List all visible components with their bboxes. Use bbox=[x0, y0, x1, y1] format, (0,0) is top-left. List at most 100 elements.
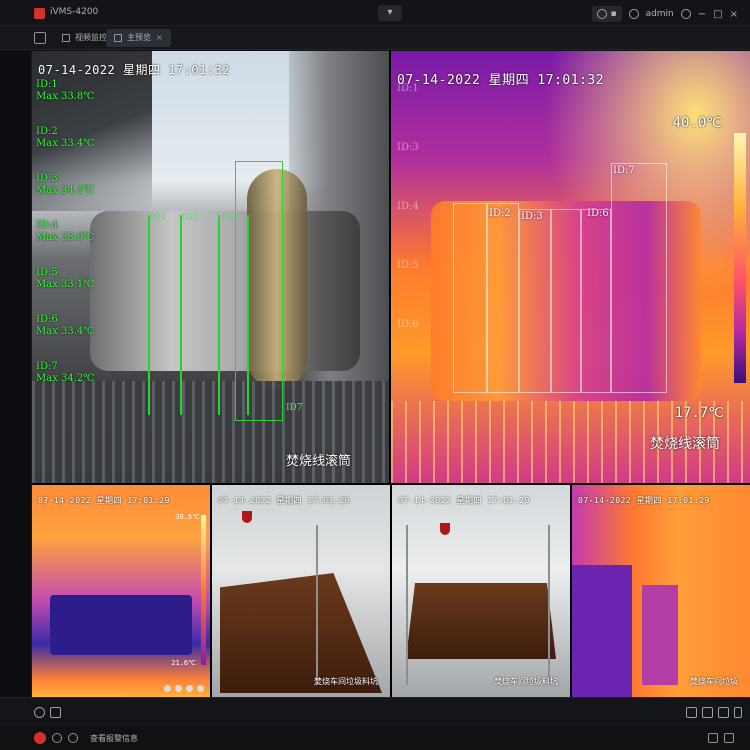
fullscreen-icon[interactable] bbox=[718, 707, 729, 718]
video-pane-pit-2[interactable]: 07-14-2022 星期四 17:01:29 焚烧车间垃圾料坑 bbox=[392, 485, 570, 697]
region-box bbox=[551, 209, 581, 393]
region-box bbox=[453, 203, 487, 393]
playback-toolbar bbox=[0, 697, 750, 727]
tab-close-icon[interactable]: × bbox=[156, 29, 163, 47]
layout-icon[interactable] bbox=[50, 707, 61, 718]
temp-max: Max 34.1℃ bbox=[36, 185, 95, 196]
temp-item: ID:6 Max 33.4℃ bbox=[36, 314, 94, 338]
collapse-button[interactable]: ▾ bbox=[378, 5, 402, 21]
region-line bbox=[218, 215, 220, 415]
temp-item: ID:7 Max 34.2℃ bbox=[36, 361, 94, 385]
title-bar: iVMS-4200 ▾ ▪ admin − □ × bbox=[0, 0, 750, 26]
temp-scale-max: 30.5℃ bbox=[175, 513, 200, 521]
alarm-indicator-icon[interactable] bbox=[34, 732, 46, 744]
thermal-id: ID:4 bbox=[397, 201, 419, 212]
alarm-button[interactable]: ▪ bbox=[592, 6, 622, 22]
event-icon[interactable] bbox=[68, 733, 78, 743]
region-line bbox=[148, 215, 150, 415]
expand-icon[interactable] bbox=[724, 733, 734, 743]
temp-max: Max 33.4℃ bbox=[36, 138, 95, 149]
osd-timestamp: 07-14-2022 星期四 17:01:29 bbox=[38, 496, 170, 505]
osd-timestamp: 07-14-2022 星期四 17:01:32 bbox=[38, 63, 230, 77]
video-pane-visible[interactable]: ID1 ID2 ID3 ID7 07-14-2022 星期四 17:01:32 … bbox=[32, 51, 389, 483]
region-box bbox=[519, 209, 551, 393]
user-icon[interactable] bbox=[628, 9, 639, 19]
temp-item: ID:4 Max 33.0℃ bbox=[36, 220, 94, 244]
left-sidebar bbox=[0, 51, 32, 697]
capture-icon[interactable] bbox=[686, 707, 697, 718]
cold-region bbox=[572, 565, 632, 697]
titlebar-controls: ▪ admin − □ × bbox=[592, 5, 738, 23]
osd-timestamp: 07-14-2022 星期四 17:01:29 bbox=[398, 496, 530, 505]
tab-label: 主预览 bbox=[127, 33, 151, 42]
close-button[interactable]: × bbox=[730, 9, 738, 20]
rotary-drum bbox=[90, 211, 360, 371]
temp-id: ID:6 bbox=[36, 314, 58, 325]
settings-icon[interactable] bbox=[680, 9, 691, 19]
region-box bbox=[487, 203, 519, 393]
video-pane-thermal-pit-2[interactable]: 07-14-2022 星期四 17:01:29 焚烧车间垃圾 bbox=[572, 485, 750, 697]
snapshot-icon[interactable] bbox=[164, 685, 171, 692]
monitor-icon bbox=[62, 34, 70, 42]
temp-id: ID:5 bbox=[36, 267, 58, 278]
status-text[interactable]: 查看报警信息 bbox=[90, 733, 138, 744]
wall-pillar bbox=[406, 525, 408, 685]
volume-icon[interactable] bbox=[34, 707, 45, 718]
more-icon[interactable] bbox=[734, 707, 742, 718]
temp-item: ID:2 Max 33.4℃ bbox=[36, 126, 94, 150]
region-box bbox=[581, 209, 611, 393]
region-label: ID:6 bbox=[587, 208, 609, 219]
thermal-id: ID:5 bbox=[397, 260, 419, 271]
app-logo-icon bbox=[34, 8, 45, 19]
home-icon[interactable] bbox=[34, 32, 46, 44]
temp-scale-min: 21.6℃ bbox=[171, 659, 196, 667]
record-all-icon[interactable] bbox=[702, 707, 713, 718]
crane-hook bbox=[242, 511, 252, 523]
bell-icon bbox=[597, 9, 608, 19]
app-title: iVMS-4200 bbox=[50, 7, 99, 17]
region-label: ID:7 bbox=[613, 165, 635, 176]
region-box bbox=[611, 163, 667, 393]
tab-main-preview[interactable]: 主预览 × bbox=[106, 29, 171, 47]
temp-id: ID:3 bbox=[36, 173, 58, 184]
tab-bar: 视频监控 主预览 × bbox=[0, 26, 750, 50]
temp-item: ID:3 Max 34.1℃ bbox=[36, 173, 94, 197]
audio-icon[interactable] bbox=[186, 685, 193, 692]
tab-label: 视频监控 bbox=[75, 33, 107, 42]
temperature-scale bbox=[734, 133, 746, 383]
video-pane-thermal[interactable]: ID:2 ID:3 ID:6 ID:7 ID:1 ID:3 ID:4 ID:5 … bbox=[391, 51, 750, 483]
temperature-scale bbox=[201, 515, 206, 665]
video-wall: ID1 ID2 ID3 ID7 07-14-2022 星期四 17:01:32 … bbox=[32, 51, 750, 697]
temp-id: ID:2 bbox=[36, 126, 58, 137]
region-label: ID:2 bbox=[489, 208, 511, 219]
maximize-button[interactable]: □ bbox=[713, 9, 722, 20]
app-window: iVMS-4200 ▾ ▪ admin − □ × 视频监控 主预览 × ID1… bbox=[0, 0, 750, 750]
temp-id: ID:1 bbox=[36, 79, 58, 90]
region-label: ID7 bbox=[286, 403, 303, 413]
temp-scale-min: 17.7℃ bbox=[674, 405, 724, 421]
video-pane-thermal-pit[interactable]: 07-14-2022 星期四 17:01:29 30.5℃ 21.6℃ bbox=[32, 485, 210, 697]
minimize-button[interactable]: − bbox=[698, 9, 706, 20]
camera-name: 焚烧车间垃圾料坑 bbox=[314, 677, 378, 686]
camera-name: 焚烧线滚筒 bbox=[650, 436, 720, 452]
pin-icon[interactable] bbox=[708, 733, 718, 743]
thermal-id: ID:6 bbox=[397, 319, 419, 330]
video-pane-pit-1[interactable]: 07-14-2022 星期四 17:01:29 焚烧车间垃圾料坑 bbox=[212, 485, 390, 697]
crane-hook bbox=[440, 523, 450, 535]
camera-name: 焚烧线滚筒 bbox=[285, 454, 351, 469]
pane-controls bbox=[164, 685, 204, 692]
status-bar: 查看报警信息 bbox=[0, 727, 750, 750]
record-icon[interactable] bbox=[175, 685, 182, 692]
region-label: ID:3 bbox=[521, 211, 543, 222]
pit-floor bbox=[50, 595, 192, 655]
sound-icon[interactable] bbox=[52, 733, 62, 743]
waste-pit bbox=[220, 573, 382, 693]
temp-max: Max 33.0℃ bbox=[36, 232, 95, 243]
osd-timestamp: 07-14-2022 星期四 17:01:29 bbox=[578, 496, 710, 505]
thermal-id: ID:3 bbox=[397, 142, 419, 153]
region-label: ID1 bbox=[150, 213, 167, 223]
osd-timestamp: 07-14-2022 星期四 17:01:32 bbox=[397, 73, 605, 88]
user-name[interactable]: admin bbox=[646, 9, 674, 19]
close-pane-icon[interactable] bbox=[197, 685, 204, 692]
waste-pit bbox=[406, 583, 556, 659]
